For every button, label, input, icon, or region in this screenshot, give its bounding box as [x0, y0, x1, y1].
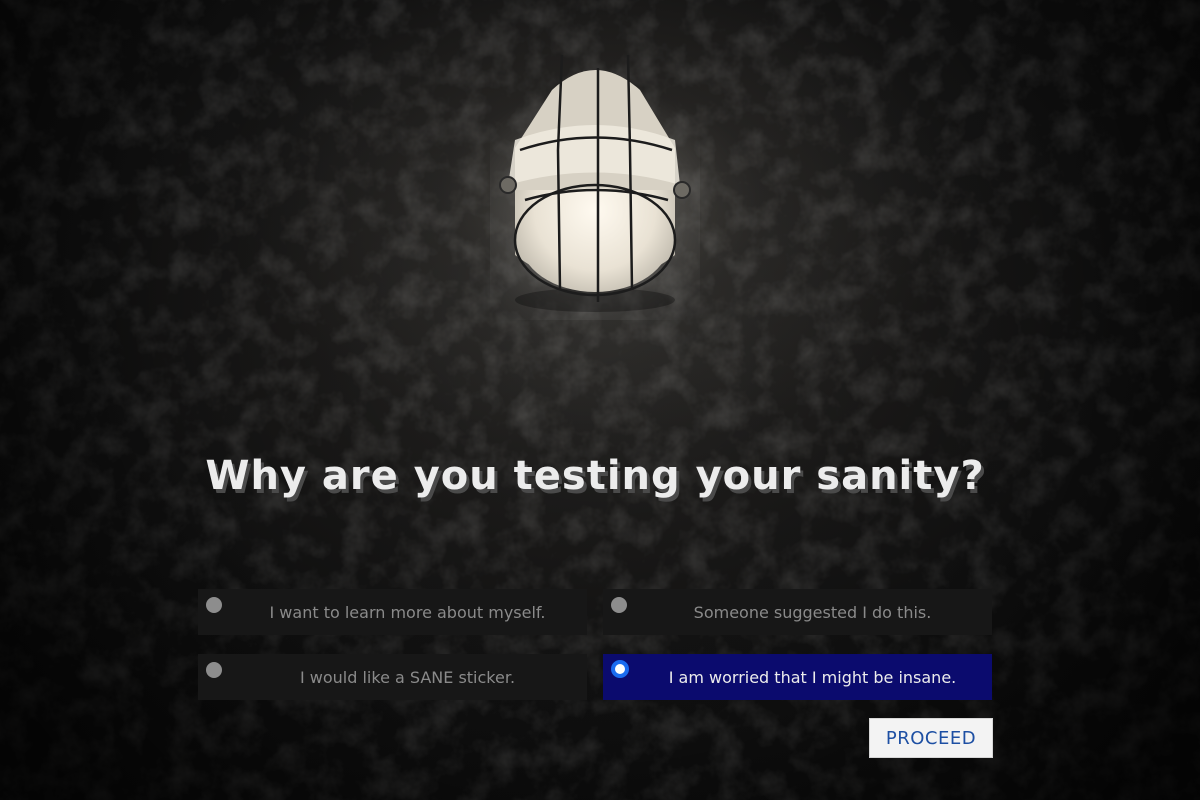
radio-selected-icon[interactable] — [611, 660, 629, 678]
option-worried-insane[interactable]: I am worried that I might be insane. — [603, 654, 992, 700]
option-label: Someone suggested I do this. — [693, 602, 932, 622]
proceed-button[interactable]: PROCEED — [869, 718, 993, 758]
option-learn-more[interactable]: I want to learn more about myself. — [198, 589, 587, 635]
radio-unselected-icon[interactable] — [206, 662, 222, 678]
quiz-screen: Why are you testing your sanity? I want … — [0, 0, 1200, 800]
answer-options: I want to learn more about myself. Someo… — [198, 589, 992, 700]
option-label: I want to learn more about myself. — [269, 602, 546, 622]
caged-lamp-image — [490, 54, 700, 320]
option-label: I would like a SANE sticker. — [299, 667, 516, 687]
radio-unselected-icon[interactable] — [611, 597, 627, 613]
question-heading: Why are you testing your sanity? — [205, 453, 985, 499]
option-someone-suggested[interactable]: Someone suggested I do this. — [603, 589, 992, 635]
option-label: I am worried that I might be insane. — [668, 667, 957, 687]
option-sane-sticker[interactable]: I would like a SANE sticker. — [198, 654, 587, 700]
radio-unselected-icon[interactable] — [206, 597, 222, 613]
